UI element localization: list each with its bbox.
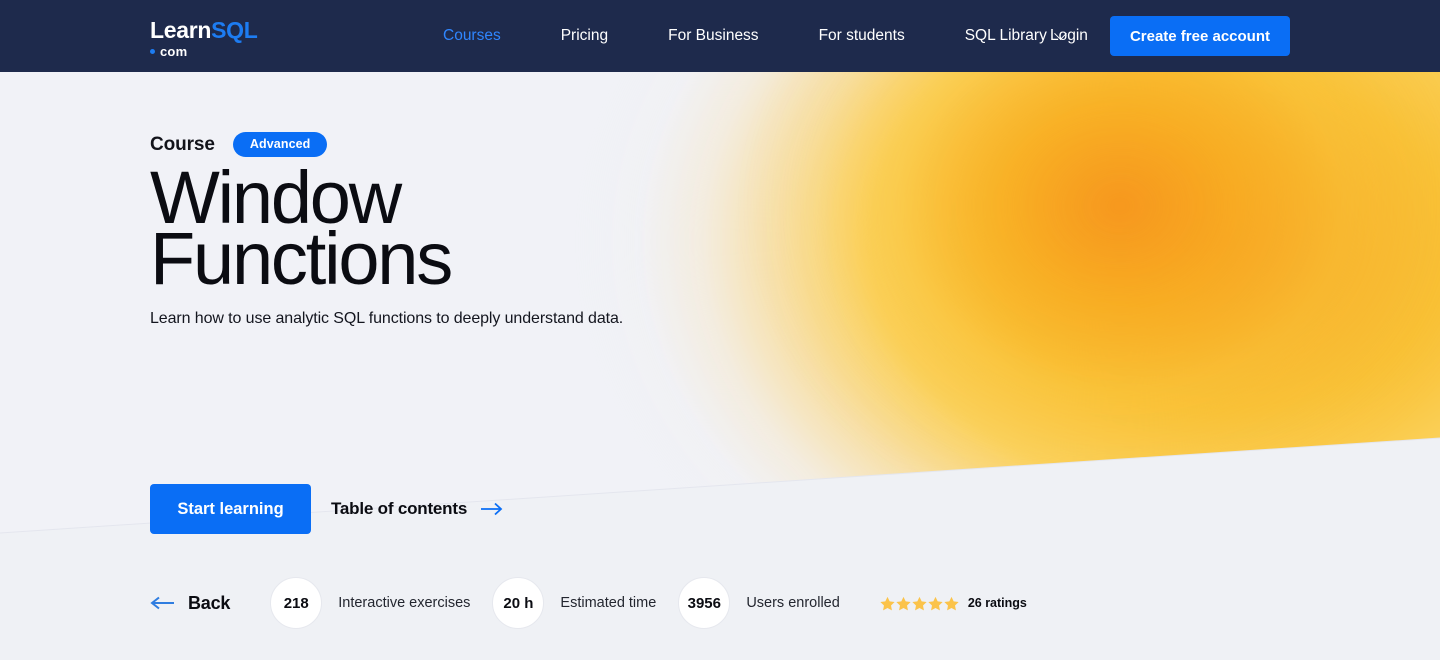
difficulty-badge: Advanced bbox=[232, 132, 328, 157]
course-landing-page: LearnSQL com Courses Pricing For Busines… bbox=[0, 0, 1440, 660]
course-stats-row: Back 218 Interactive exercises 20 h Esti… bbox=[150, 577, 1027, 629]
arrow-right-icon bbox=[481, 502, 503, 516]
learnsql-logo[interactable]: LearnSQL com bbox=[150, 18, 270, 59]
table-of-contents-link[interactable]: Table of contents bbox=[331, 499, 504, 519]
course-meta-row: Course Advanced bbox=[150, 132, 328, 157]
page-title-line-2: Functions bbox=[150, 216, 453, 300]
nav-label-sql-library: SQL Library bbox=[964, 27, 1047, 44]
stat-value-time: 20 h bbox=[492, 577, 545, 629]
stat-interactive-exercises: 218 Interactive exercises bbox=[270, 577, 470, 629]
nav-item-courses[interactable]: Courses bbox=[443, 0, 531, 72]
nav-label-courses: Courses bbox=[443, 27, 501, 44]
nav-label-for-business: For Business bbox=[668, 27, 759, 44]
course-rating: 26 ratings bbox=[880, 596, 1027, 611]
top-navigation-bar: LearnSQL com Courses Pricing For Busines… bbox=[0, 0, 1440, 72]
hero-section: Course Advanced Window Functions Learn h… bbox=[0, 72, 1440, 660]
login-link[interactable]: Login bbox=[1046, 21, 1092, 51]
page-title: Window Functions bbox=[150, 161, 453, 300]
nav-item-for-students[interactable]: For students bbox=[789, 0, 935, 72]
star-icon bbox=[912, 596, 927, 610]
hero-actions: Start learning Table of contents bbox=[150, 484, 504, 534]
back-label: Back bbox=[188, 592, 231, 613]
star-icon bbox=[896, 596, 911, 610]
logo-text-learn: Learn bbox=[150, 17, 212, 43]
stat-users-enrolled: 3956 Users enrolled bbox=[678, 577, 840, 629]
logo-wordmark: LearnSQL bbox=[150, 18, 270, 43]
stat-label-users: Users enrolled bbox=[746, 595, 840, 611]
logo-domain: com bbox=[150, 44, 270, 59]
logo-dot-icon bbox=[150, 49, 155, 54]
stat-value-users: 3956 bbox=[678, 577, 731, 629]
course-type-label: Course bbox=[150, 133, 215, 155]
logo-text-com: com bbox=[160, 44, 188, 59]
stat-label-time: Estimated time bbox=[560, 595, 657, 611]
nav-item-for-business[interactable]: For Business bbox=[638, 0, 788, 72]
star-icon bbox=[928, 596, 943, 610]
nav-item-pricing[interactable]: Pricing bbox=[531, 0, 638, 72]
table-of-contents-label: Table of contents bbox=[331, 499, 468, 518]
logo-text-sql: SQL bbox=[211, 17, 258, 43]
back-link[interactable]: Back bbox=[150, 593, 230, 614]
primary-nav-links: Courses Pricing For Business For student… bbox=[443, 0, 1095, 72]
star-icon bbox=[944, 596, 959, 610]
stat-estimated-time: 20 h Estimated time bbox=[492, 577, 656, 629]
hero-content: Course Advanced Window Functions Learn h… bbox=[150, 72, 1290, 660]
arrow-left-icon bbox=[150, 596, 174, 610]
nav-account-actions: Login Create free account bbox=[1046, 0, 1290, 72]
star-icon bbox=[880, 596, 895, 610]
start-learning-button[interactable]: Start learning bbox=[150, 484, 311, 534]
nav-label-for-students: For students bbox=[818, 27, 905, 44]
star-rating bbox=[880, 596, 959, 611]
stat-value-exercises: 218 bbox=[270, 577, 323, 629]
ratings-count-label: 26 ratings bbox=[967, 596, 1027, 610]
create-free-account-button[interactable]: Create free account bbox=[1109, 16, 1290, 56]
stat-label-exercises: Interactive exercises bbox=[338, 595, 471, 611]
course-description: Learn how to use analytic SQL functions … bbox=[150, 310, 624, 327]
nav-label-pricing: Pricing bbox=[560, 27, 609, 44]
